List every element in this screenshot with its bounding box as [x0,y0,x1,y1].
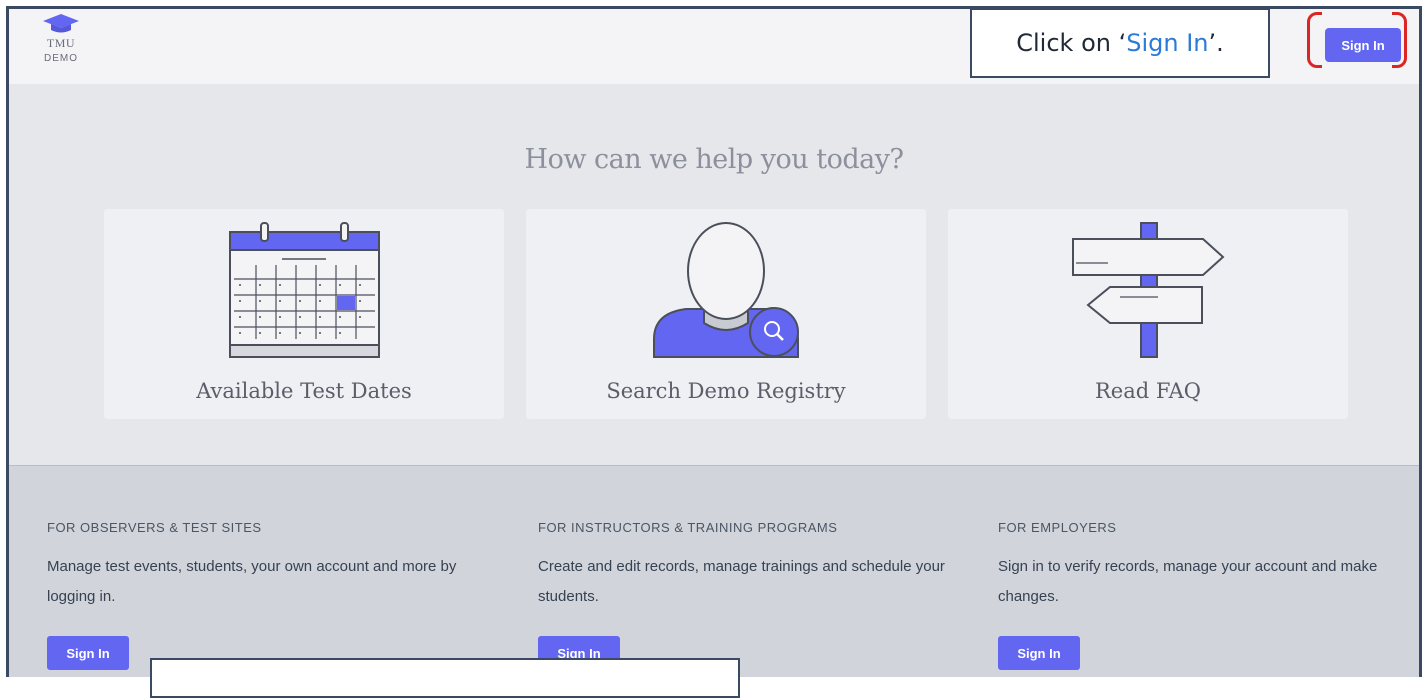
hero-title: How can we help you today? [524,144,904,175]
instruction-callout: Click on ‘Sign In’. [970,8,1270,78]
card-available-test-dates[interactable]: Available Test Dates [104,209,504,419]
logo-text-demo: DEMO [44,53,78,64]
instruction-box-bottom [150,658,740,698]
card-label-faq: Read FAQ [1094,379,1201,403]
footer-heading-employers: FOR EMPLOYERS [998,520,1117,535]
callout-suffix: ’. [1208,29,1224,57]
footer-text-observers: Manage test events, students, your own a… [47,558,457,605]
card-label-test-dates: Available Test Dates [196,379,412,403]
logo-text-tmu: TMU [46,36,76,50]
footer-section: FOR OBSERVERS & TEST SITES Manage test e… [9,465,1419,677]
graduation-cap-icon [43,14,79,33]
person-search-icon [653,222,799,358]
calendar-icon [229,222,380,358]
footer-text-employers: Sign in to verify records, manage your a… [998,558,1378,605]
footer-heading-instructors: FOR INSTRUCTORS & TRAINING PROGRAMS [538,520,838,535]
header-sign-in-button-top[interactable]: Sign In [1325,28,1401,62]
footer-heading-observers: FOR OBSERVERS & TEST SITES [47,520,262,535]
callout-highlight: Sign In [1126,29,1209,57]
site-logo[interactable]: TMU DEMO [36,14,86,76]
card-read-faq[interactable]: Read FAQ [948,209,1348,419]
callout-prefix: Click on ‘ [1016,29,1127,57]
footer-text-instructors: Create and edit records, manage training… [538,558,945,605]
signpost-icon [1072,222,1225,358]
browser-frame: TMU DEMO Sign In How can we help you tod… [6,6,1422,677]
employers-sign-in-button[interactable]: Sign In [998,636,1080,670]
observers-sign-in-button[interactable]: Sign In [47,636,129,670]
card-label-search-registry: Search Demo Registry [606,379,846,403]
card-search-registry[interactable]: Search Demo Registry [526,209,926,419]
